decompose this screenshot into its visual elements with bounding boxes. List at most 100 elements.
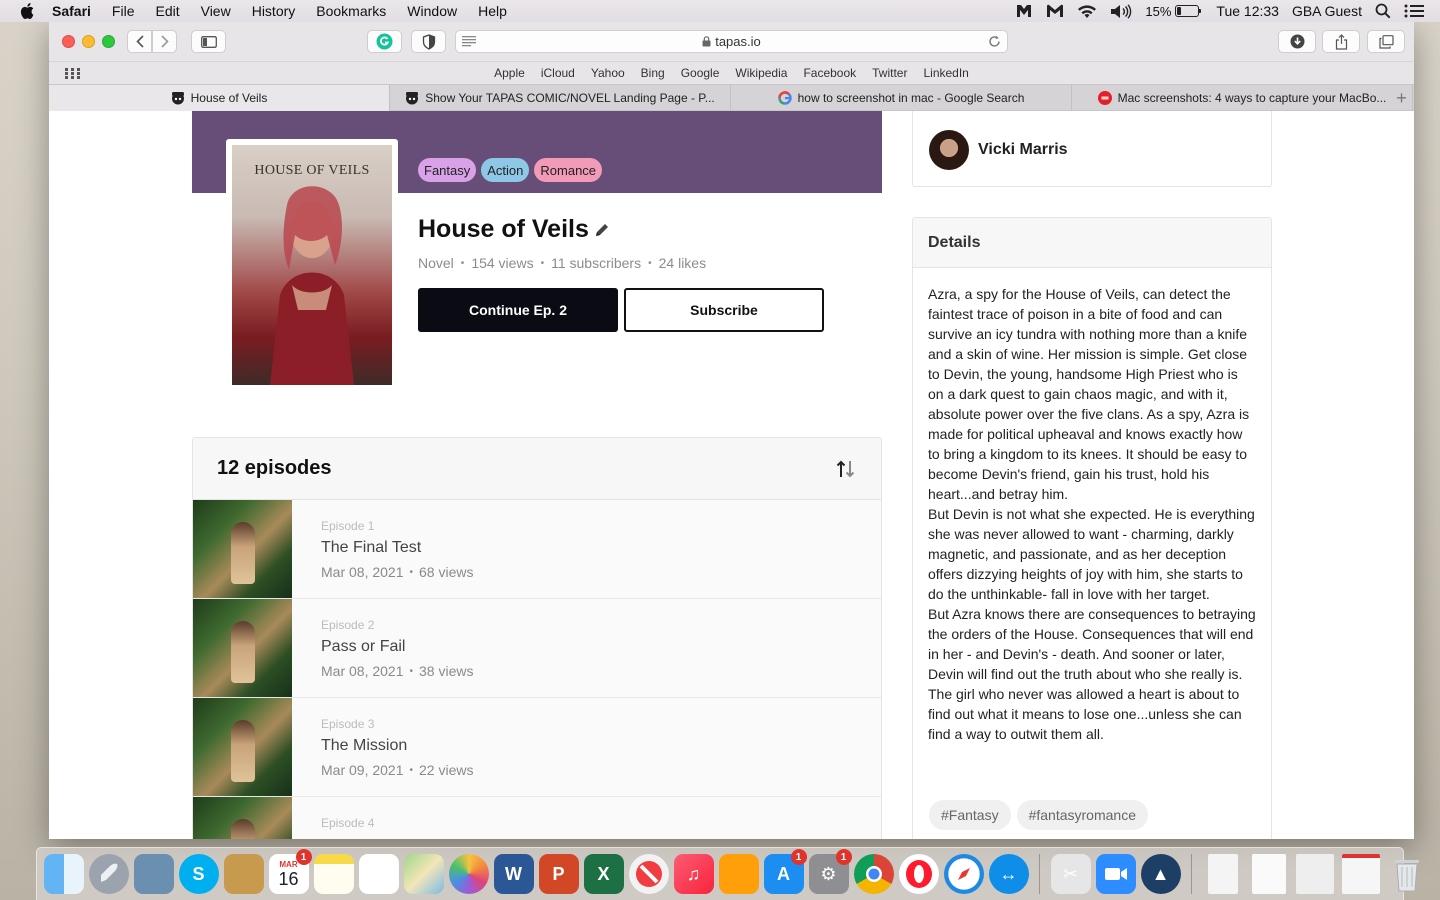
maps-icon[interactable]	[403, 854, 444, 894]
preview-icon[interactable]	[133, 854, 174, 894]
share-button[interactable]	[1322, 30, 1360, 53]
subscribe-button[interactable]: Subscribe	[624, 288, 824, 332]
favorite-link-google[interactable]: Google	[681, 66, 720, 80]
episode-row[interactable]: Episode 4	[193, 797, 881, 839]
hashtag-fantasy[interactable]: #Fantasy	[929, 800, 1011, 830]
chrome-icon[interactable]	[853, 854, 894, 894]
episode-info: Episode 1 The Final Test Mar 08, 2021 • …	[292, 500, 473, 598]
word-document-thumbnail-icon[interactable]	[1252, 854, 1286, 894]
genre-tag-action[interactable]: Action	[481, 158, 530, 182]
favorite-link-facebook[interactable]: Facebook	[803, 66, 856, 80]
close-window-button[interactable]	[62, 35, 75, 48]
menu-user[interactable]: GBA Guest	[1292, 3, 1362, 19]
favorite-link-yahoo[interactable]: Yahoo	[591, 66, 625, 80]
menu-app-name[interactable]: Safari	[52, 3, 91, 19]
episode-row[interactable]: Episode 3 The Mission Mar 09, 2021 • 22 …	[193, 698, 881, 797]
privacy-extension-button[interactable]	[411, 30, 446, 53]
browser-tab[interactable]: Mac screenshots: 4 ways to capture your …	[1072, 85, 1413, 111]
sort-order-icon[interactable]	[835, 459, 857, 479]
document-thumbnail-icon[interactable]	[1208, 854, 1238, 894]
calendar-icon[interactable]: MAR 16 1	[268, 849, 312, 894]
powerpoint-icon[interactable]: P	[538, 854, 579, 894]
favorite-link-bing[interactable]: Bing	[641, 66, 665, 80]
favorite-link-icloud[interactable]: iCloud	[541, 66, 575, 80]
news-icon[interactable]	[628, 854, 669, 894]
books-icon[interactable]	[718, 854, 759, 894]
episode-info: Episode 2 Pass or Fail Mar 08, 2021 • 38…	[292, 599, 473, 697]
show-favorites-grid-icon[interactable]	[65, 68, 80, 79]
menu-help[interactable]: Help	[478, 3, 507, 19]
volume-icon[interactable]	[1110, 3, 1132, 19]
system-preferences-icon[interactable]: ⚙ 1	[808, 849, 852, 894]
dock: S MAR 16 1 W P X ♫ A1 ⚙ 1 ↔ ✂ ▲	[36, 847, 1419, 900]
description-paragraph: The girl who never was allowed a heart i…	[928, 686, 1242, 742]
trash-icon[interactable]	[1387, 854, 1427, 894]
photos-icon[interactable]	[448, 854, 489, 894]
menu-view[interactable]: View	[201, 3, 231, 19]
favorite-link-linkedin[interactable]: LinkedIn	[923, 66, 968, 80]
minimize-window-button[interactable]	[82, 35, 95, 48]
sync-icon[interactable]: ▲	[1140, 854, 1181, 894]
malwarebytes-icon[interactable]	[1046, 3, 1064, 19]
zoom-window-button[interactable]	[102, 35, 115, 48]
launchpad-icon[interactable]	[88, 854, 129, 894]
genre-tag-romance[interactable]: Romance	[534, 158, 603, 182]
reminders-icon[interactable]	[358, 854, 399, 894]
reload-icon[interactable]	[988, 35, 1001, 48]
wifi-icon[interactable]	[1077, 4, 1097, 19]
compass-icon	[957, 868, 970, 880]
tab-overview-button[interactable]	[1367, 30, 1405, 53]
app-store-icon[interactable]: A1	[763, 849, 807, 894]
calendar-day: 16	[278, 868, 299, 889]
author-name[interactable]: Vicki Marris	[978, 141, 1068, 159]
edit-pencil-icon[interactable]	[593, 221, 611, 239]
safari-icon[interactable]	[943, 854, 984, 894]
episode-row[interactable]: Episode 2 Pass or Fail Mar 08, 2021 • 38…	[193, 599, 881, 698]
continue-reading-button[interactable]: Continue Ep. 2	[418, 288, 618, 332]
favorite-link-wikipedia[interactable]: Wikipedia	[735, 66, 787, 80]
skype-icon[interactable]: S	[178, 854, 219, 894]
sidebar-button[interactable]	[191, 30, 226, 53]
episode-row[interactable]: Episode 1 The Final Test Mar 08, 2021 • …	[193, 500, 881, 599]
spotlight-search-icon[interactable]	[1375, 3, 1391, 19]
xcode-tools-icon[interactable]: ✂	[1050, 854, 1091, 894]
notification-center-icon[interactable]	[1404, 4, 1424, 18]
address-bar[interactable]: tapas.io	[455, 30, 1008, 53]
author-avatar[interactable]	[929, 130, 969, 170]
apple-logo-icon[interactable]	[18, 3, 36, 19]
grammarly-extension-button[interactable]	[367, 30, 402, 53]
menu-file[interactable]: File	[112, 3, 135, 19]
notes-folder-icon[interactable]	[223, 854, 264, 894]
zoom-icon[interactable]	[1095, 854, 1136, 894]
new-tab-button[interactable]: +	[1389, 85, 1414, 111]
music-icon[interactable]: ♫	[673, 854, 714, 894]
browser-tab[interactable]: House of Veils	[49, 85, 390, 111]
opera-icon[interactable]	[898, 854, 939, 894]
screenshot-thumbnail-icon[interactable]	[1296, 854, 1334, 894]
browser-tab[interactable]: Show Your TAPAS COMIC/NOVEL Landing Page…	[390, 85, 731, 111]
finder-icon[interactable]	[43, 854, 84, 894]
downloads-button[interactable]	[1278, 30, 1316, 53]
status-app-icon[interactable]	[1015, 3, 1033, 19]
word-icon[interactable]: W	[493, 854, 534, 894]
browser-tab[interactable]: how to screenshot in mac - Google Search	[731, 85, 1072, 111]
menu-bookmarks[interactable]: Bookmarks	[316, 3, 386, 19]
window-thumbnail-icon[interactable]	[1342, 854, 1380, 894]
excel-icon[interactable]: X	[583, 854, 624, 894]
battery-icon[interactable]	[1175, 5, 1202, 17]
favorite-link-twitter[interactable]: Twitter	[872, 66, 907, 80]
back-button[interactable]	[127, 30, 152, 53]
hashtag-fantasyromance[interactable]: #fantasyromance	[1016, 800, 1148, 830]
menu-clock[interactable]: Tue 12:33	[1216, 3, 1279, 19]
reader-view-icon[interactable]	[462, 36, 476, 47]
notes-icon[interactable]	[313, 854, 354, 894]
opera-o-icon	[905, 860, 932, 888]
favorite-link-apple[interactable]: Apple	[494, 66, 525, 80]
forward-button[interactable]	[152, 30, 177, 53]
series-cover-image[interactable]: HOUSE OF VEILS	[232, 145, 392, 385]
teamviewer-icon[interactable]: ↔	[988, 854, 1029, 894]
menu-edit[interactable]: Edit	[155, 3, 179, 19]
menu-history[interactable]: History	[252, 3, 296, 19]
genre-tag-fantasy[interactable]: Fantasy	[418, 158, 477, 182]
menu-window[interactable]: Window	[407, 3, 457, 19]
